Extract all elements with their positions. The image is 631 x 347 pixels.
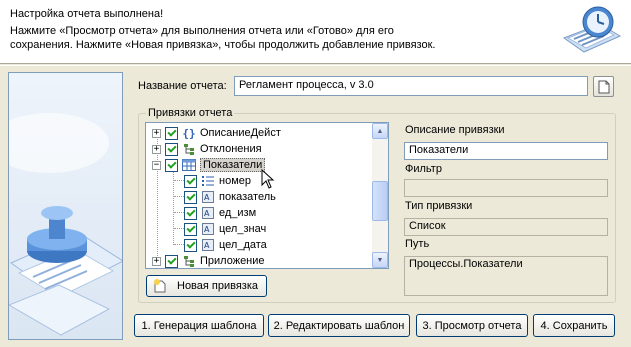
tree-connector	[174, 228, 184, 229]
save-button[interactable]: 4. Сохранить	[533, 314, 615, 337]
header-title: Настройка отчета выполнена!	[10, 8, 164, 20]
tree-connector	[174, 196, 184, 197]
tree-item-otkloneniya[interactable]: + Отклонения	[152, 141, 262, 157]
tree-scrollbar[interactable]: ▲ ▼	[372, 123, 388, 268]
new-document-icon	[154, 279, 166, 293]
collapse-icon[interactable]: −	[152, 160, 161, 170]
path-label: Путь	[405, 238, 430, 250]
tree-item-tsel-data[interactable]: A цел_дата	[184, 237, 267, 253]
report-clock-icon	[560, 4, 624, 63]
tree-item-label: Отклонения	[200, 143, 262, 155]
tree-connector	[174, 212, 184, 213]
tree-connector	[174, 180, 184, 181]
checkbox[interactable]	[165, 158, 178, 172]
binding-type-field: Список	[404, 218, 608, 236]
tree-item-nomer[interactable]: номер	[184, 173, 251, 189]
svg-text:A: A	[204, 241, 210, 250]
tree-item-label: цел_дата	[219, 239, 267, 251]
list-icon	[200, 174, 216, 188]
report-name-label: Название отчета:	[138, 80, 227, 92]
expand-icon[interactable]: +	[152, 144, 161, 154]
mouse-cursor-icon	[261, 168, 275, 192]
header-instruction-line-1: Нажмите «Просмотр отчета» для выполнения…	[10, 25, 394, 37]
bindings-tree[interactable]: + {} ОписаниеДейст + Отклонения − Показа…	[145, 122, 389, 269]
tree-item-label: ед_изм	[219, 207, 257, 219]
edit-template-button[interactable]: 2. Редактировать шаблон	[268, 314, 410, 337]
header-separator	[0, 65, 631, 67]
field-icon: A	[200, 238, 216, 252]
expand-icon[interactable]: +	[152, 128, 161, 138]
preview-report-button[interactable]: 3. Просмотр отчета	[416, 314, 528, 337]
stamp-document-illustration	[9, 113, 122, 336]
document-icon	[598, 80, 609, 93]
braces-icon: {}	[182, 126, 196, 140]
checkbox[interactable]	[184, 222, 197, 236]
field-icon: A	[200, 222, 216, 236]
checkbox[interactable]	[165, 126, 178, 140]
expand-icon[interactable]: +	[152, 256, 161, 266]
tree-item-label: показатель	[219, 191, 276, 203]
tree-item-tsel-znach[interactable]: A цел_знач	[184, 221, 266, 237]
binding-type-label: Тип привязки	[405, 200, 473, 212]
wizard-header: Настройка отчета выполнена! Нажмите «Про…	[0, 0, 631, 64]
tree-item-label: номер	[219, 175, 251, 187]
checkbox[interactable]	[184, 206, 197, 220]
new-binding-button[interactable]: Новая привязка	[146, 275, 267, 297]
svg-text:A: A	[204, 209, 210, 218]
bindings-group-title: Привязки отчета	[146, 107, 235, 119]
checkbox[interactable]	[184, 238, 197, 252]
description-label: Описание привязки	[405, 124, 505, 136]
checkbox[interactable]	[165, 142, 178, 156]
tree-item-label: Показатели	[200, 158, 266, 172]
scroll-up-button[interactable]: ▲	[372, 123, 388, 139]
tree-node-icon	[181, 142, 197, 156]
tree-item-label: ОписаниеДейст	[200, 127, 281, 139]
tree-item-label: цел_знач	[219, 223, 267, 235]
filter-label: Фильтр	[405, 163, 442, 175]
checkbox[interactable]	[184, 190, 197, 204]
svg-text:A: A	[204, 225, 210, 234]
scroll-down-button[interactable]: ▼	[372, 252, 388, 268]
wizard-side-image	[8, 72, 123, 340]
tree-node-icon	[181, 254, 197, 268]
tree-connector	[174, 244, 184, 245]
tree-item-pokazateli[interactable]: − Показатели	[152, 157, 266, 173]
tree-connector	[173, 171, 174, 245]
generate-template-button[interactable]: 1. Генерация шаблона	[134, 314, 264, 337]
checkbox[interactable]	[165, 254, 178, 268]
scroll-thumb[interactable]	[372, 181, 388, 221]
tree-item-label: Приложение	[200, 255, 265, 267]
description-input[interactable]: Показатели	[404, 142, 608, 160]
field-icon: A	[200, 190, 216, 204]
field-icon: A	[200, 206, 216, 220]
report-properties-button[interactable]	[593, 76, 614, 97]
table-icon	[181, 158, 197, 172]
path-field: Процессы.Показатели	[404, 256, 608, 296]
new-binding-label: Новая привязка	[177, 280, 259, 292]
tree-item-prilozhenie[interactable]: + Приложение	[152, 253, 265, 268]
filter-field	[404, 179, 608, 197]
svg-text:A: A	[204, 193, 210, 202]
checkbox[interactable]	[184, 174, 197, 188]
report-name-input[interactable]: Регламент процесса, v 3.0	[234, 76, 588, 96]
header-instruction-line-2: сохранения. Нажмите «Новая привязка», чт…	[10, 39, 436, 51]
tree-item-opisaniedeist[interactable]: + {} ОписаниеДейст	[152, 125, 281, 141]
tree-item-ed-izm[interactable]: A ед_изм	[184, 205, 256, 221]
